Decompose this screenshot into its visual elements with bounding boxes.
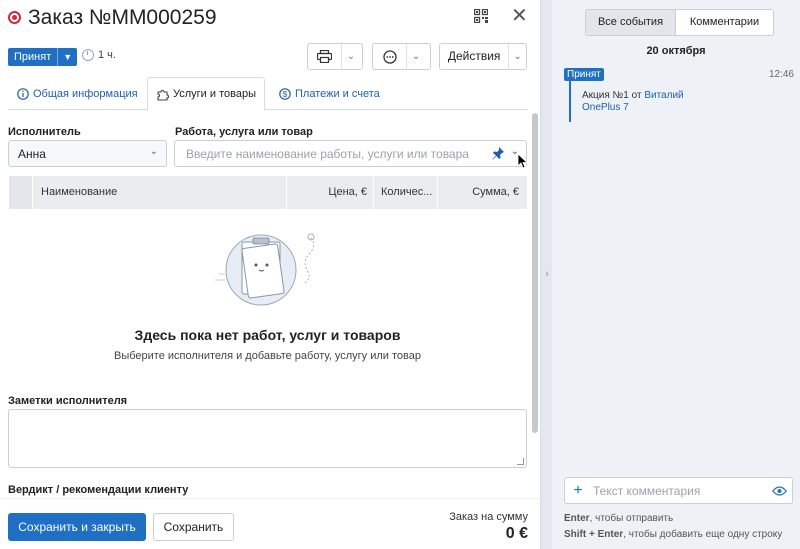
column-quantity: Количес... [373, 176, 437, 209]
event-status-badge: Принят [564, 68, 604, 81]
table-header: Наименование Цена, € Количес... Сумма, € [8, 176, 527, 209]
puzzle-icon [156, 88, 169, 101]
column-name: Наименование [32, 176, 286, 209]
events-panel [552, 0, 800, 549]
event-author-link[interactable]: Виталий [644, 90, 683, 101]
chevron-down-icon: ⌄ [513, 51, 522, 62]
executor-select[interactable]: Анна ⌄ [8, 140, 167, 167]
work-label: Работа, услуга или товар [175, 126, 313, 138]
newline-hint: Shift + Enter, чтобы добавить еще одну с… [564, 529, 782, 540]
empty-state-subtitle: Выберите исполнителя и добавьте работу, … [113, 350, 421, 362]
tab-label: Услуги и товары [173, 88, 256, 100]
status-dropdown[interactable]: Принят ▼ [8, 48, 78, 66]
chevron-right-icon[interactable]: › [542, 268, 552, 280]
tab-services-goods[interactable]: Услуги и товары [147, 77, 265, 111]
column-sum: Сумма, € [437, 176, 527, 209]
clock-icon [82, 49, 94, 61]
comment-placeholder: Текст комментария [593, 483, 701, 498]
chevron-down-icon: ▼ [63, 52, 73, 62]
row-handle-column [8, 176, 32, 209]
eye-icon[interactable] [766, 485, 792, 496]
close-icon[interactable]: ✕ [511, 6, 528, 26]
chevron-down-icon: ⌄ [346, 51, 356, 62]
comment-input[interactable]: + Текст комментария [564, 477, 793, 504]
event-text: Акция №1 от Виталий [582, 90, 684, 101]
tab-label: Платежи и счета [295, 87, 380, 100]
pin-icon[interactable] [492, 147, 504, 163]
printer-icon [308, 44, 342, 69]
plus-icon[interactable]: + [565, 482, 591, 500]
elapsed-time: 1 ч. [82, 49, 116, 61]
chevron-down-icon: ⌄ [411, 51, 421, 62]
hint-text: , чтобы добавить еще одну строку [623, 529, 783, 540]
actions-button[interactable]: Действия ⌄ [439, 43, 527, 70]
events-filter-tabs: Все события Комментарии [585, 9, 774, 36]
hint-key: Shift + Enter [564, 529, 624, 540]
tab-all-events[interactable]: Все события [586, 10, 676, 35]
work-search-placeholder: Введите наименование работы, услуги или … [186, 146, 469, 161]
save-button[interactable]: Сохранить [153, 513, 234, 541]
hint-key: Enter [564, 513, 590, 524]
title-row: Заказ №ММ000259 ✕ [8, 6, 528, 30]
empty-state-title: Здесь пока нет работ, услуг и товаров [134, 327, 401, 343]
event-date: 20 октября [646, 45, 706, 57]
save-and-close-button[interactable]: Сохранить и закрыть [8, 513, 146, 541]
status-label: Принят [8, 48, 59, 66]
order-form: Заказ №ММ000259 ✕ Принят ▼ 1 ч. ⌄ ⌄ Дейс… [0, 0, 540, 549]
notes-textarea[interactable] [8, 409, 527, 468]
actions-label: Действия [440, 44, 510, 69]
executor-label: Исполнитель [8, 126, 81, 138]
notes-label: Заметки исполнителя [8, 395, 128, 407]
message-button[interactable]: ⌄ [372, 43, 431, 70]
mouse-cursor-icon [518, 154, 528, 169]
order-sum-value: 0 € [505, 525, 528, 542]
chat-icon [373, 44, 407, 69]
qr-code-icon[interactable] [474, 9, 488, 23]
elapsed-time-value: 1 ч. [98, 49, 116, 61]
empty-clipboard-illustration [215, 233, 315, 306]
status-dot-icon [8, 11, 21, 24]
executor-value: Анна [18, 146, 46, 161]
page-title: Заказ №ММ000259 [28, 6, 217, 29]
work-search-input[interactable]: Введите наименование работы, услуги или … [174, 140, 527, 167]
print-button[interactable]: ⌄ [307, 43, 363, 70]
tab-general-info[interactable]: Общая информация [17, 77, 138, 110]
tab-payments[interactable]: $ Платежи и счета [279, 77, 380, 110]
event-timeline-bar [569, 81, 571, 122]
send-hint: Enter, чтобы отправить [564, 513, 673, 524]
column-price: Цена, € [286, 176, 373, 209]
resize-handle-icon[interactable] [517, 458, 524, 465]
tab-label: Общая информация [33, 87, 138, 100]
scrollbar[interactable] [532, 113, 538, 433]
event-time: 12:46 [768, 69, 794, 80]
tab-bar: Общая информация Услуги и товары $ Плате… [8, 77, 528, 111]
panel-splitter[interactable]: › [540, 0, 552, 549]
info-icon [17, 87, 29, 100]
order-sum-label: Заказ на сумму [449, 511, 528, 523]
svg-text:$: $ [283, 90, 288, 99]
dollar-icon: $ [279, 87, 291, 100]
hint-text: , чтобы отправить [589, 513, 674, 524]
verdict-label: Вердикт / рекомендации клиенту [8, 484, 189, 496]
event-description: Акция №1 от [582, 90, 645, 101]
event-item-link[interactable]: OnePlus 7 [582, 102, 629, 113]
chevron-down-icon: ⌄ [149, 146, 158, 157]
footer: Сохранить и закрыть Сохранить Заказ на с… [0, 498, 540, 549]
tab-comments[interactable]: Комментарии [676, 10, 773, 35]
